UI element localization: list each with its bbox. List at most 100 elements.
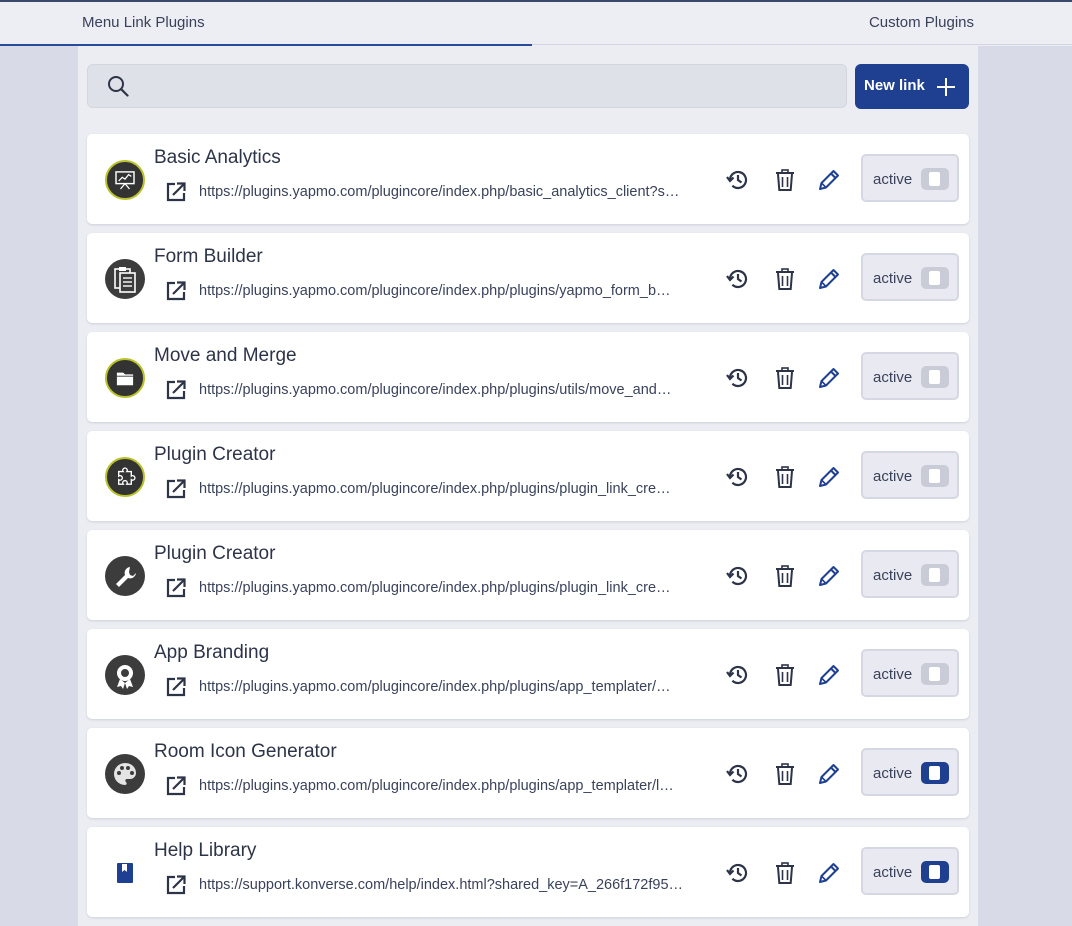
plugin-card: Basic Analytics https://plugins.yapmo.com… <box>87 134 969 224</box>
plugin-title: Plugin Creator <box>154 543 276 564</box>
active-label: active <box>873 567 913 584</box>
search-input[interactable] <box>144 71 828 103</box>
active-label: active <box>873 369 913 386</box>
edit-pencil-icon[interactable] <box>816 761 842 787</box>
external-link-icon[interactable] <box>164 378 188 402</box>
active-toggle-switch[interactable] <box>921 267 949 289</box>
search-icon[interactable] <box>106 74 130 98</box>
active-toggle-box: active <box>861 748 959 796</box>
tab-custom-plugins-label: Custom Plugins <box>868 14 974 31</box>
plugin-url: https://plugins.yapmo.com/plugincore/ind… <box>199 580 671 596</box>
active-toggle-switch[interactable] <box>921 762 949 784</box>
search-bar <box>87 64 847 108</box>
toggle-knob <box>929 469 940 483</box>
history-icon[interactable] <box>725 464 751 490</box>
active-toggle-box: active <box>861 550 959 598</box>
external-link-icon[interactable] <box>164 873 188 897</box>
toggle-knob <box>929 568 940 582</box>
plugin-url: https://plugins.yapmo.com/plugincore/ind… <box>199 679 671 695</box>
plugin-title: Plugin Creator <box>154 444 276 465</box>
trash-icon[interactable] <box>772 266 798 292</box>
trash-icon[interactable] <box>772 662 798 688</box>
active-toggle-switch[interactable] <box>921 168 949 190</box>
plugin-card: Move and Merge https://plugins.yapmo.com/… <box>87 332 969 422</box>
active-label: active <box>873 468 913 485</box>
plugin-list-panel: New link Basic Analytics https://plugins.… <box>78 46 978 926</box>
tab-menu-link-plugins-label: Menu Link Plugins <box>82 14 205 31</box>
active-toggle-box: active <box>861 847 959 895</box>
plus-icon <box>937 78 955 96</box>
folder-icon <box>105 358 145 398</box>
active-label: active <box>873 666 913 683</box>
active-toggle-box: active <box>861 451 959 499</box>
plugin-card: Form Builder https://plugins.yapmo.com/pl… <box>87 233 969 323</box>
history-icon[interactable] <box>725 563 751 589</box>
clipboard-form-icon <box>105 259 145 299</box>
plugin-card: Plugin Creator https://plugins.yapmo.com/… <box>87 530 969 620</box>
edit-pencil-icon[interactable] <box>816 563 842 589</box>
history-icon[interactable] <box>725 761 751 787</box>
active-label: active <box>873 171 913 188</box>
history-icon[interactable] <box>725 167 751 193</box>
plugin-card: App Branding https://plugins.yapmo.com/pl… <box>87 629 969 719</box>
external-link-icon[interactable] <box>164 774 188 798</box>
trash-icon[interactable] <box>772 365 798 391</box>
active-toggle-box: active <box>861 154 959 202</box>
plugin-url: https://plugins.yapmo.com/plugincore/ind… <box>199 778 674 794</box>
history-icon[interactable] <box>725 266 751 292</box>
plugin-title: App Branding <box>154 642 270 663</box>
trash-icon[interactable] <box>772 860 798 886</box>
new-link-button[interactable]: New link <box>855 64 969 109</box>
toggle-knob <box>929 766 940 780</box>
active-toggle-switch[interactable] <box>921 465 949 487</box>
plugin-url: https://plugins.yapmo.com/plugincore/ind… <box>199 481 671 497</box>
edit-pencil-icon[interactable] <box>816 365 842 391</box>
active-toggle-box: active <box>861 352 959 400</box>
external-link-icon[interactable] <box>164 477 188 501</box>
plugin-card: Room Icon Generator https://plugins.yapmo… <box>87 728 969 818</box>
active-label: active <box>873 864 913 881</box>
trash-icon[interactable] <box>772 167 798 193</box>
trash-icon[interactable] <box>772 761 798 787</box>
active-toggle-switch[interactable] <box>921 564 949 586</box>
plugin-title: Move and Merge <box>154 345 297 366</box>
trash-icon[interactable] <box>772 563 798 589</box>
tab-custom-plugins[interactable]: Custom Plugins <box>532 2 1072 46</box>
toggle-knob <box>929 667 940 681</box>
tab-divider <box>532 44 1072 45</box>
edit-pencil-icon[interactable] <box>816 860 842 886</box>
puzzle-icon <box>105 457 145 497</box>
toggle-knob <box>929 172 940 186</box>
active-label: active <box>873 270 913 287</box>
history-icon[interactable] <box>725 860 751 886</box>
history-icon[interactable] <box>725 662 751 688</box>
toggle-knob <box>929 370 940 384</box>
active-label: active <box>873 765 913 782</box>
external-link-icon[interactable] <box>164 279 188 303</box>
external-link-icon[interactable] <box>164 180 188 204</box>
palette-icon <box>105 754 145 794</box>
wrench-icon <box>105 556 145 596</box>
plugin-url: https://support.konverse.com/help/index.… <box>199 877 684 893</box>
tab-menu-link-plugins[interactable]: Menu Link Plugins <box>0 2 532 46</box>
plugin-title: Form Builder <box>154 246 263 267</box>
plugin-card: Plugin Creator https://plugins.yapmo.com/… <box>87 431 969 521</box>
external-link-icon[interactable] <box>164 675 188 699</box>
plugin-title: Basic Analytics <box>154 147 281 168</box>
active-toggle-switch[interactable] <box>921 861 949 883</box>
edit-pencil-icon[interactable] <box>816 266 842 292</box>
plugin-card: Help Library https://support.konverse.com… <box>87 827 969 917</box>
tab-bar: Menu Link Plugins Custom Plugins <box>0 2 1072 46</box>
trash-icon[interactable] <box>772 464 798 490</box>
history-icon[interactable] <box>725 365 751 391</box>
edit-pencil-icon[interactable] <box>816 464 842 490</box>
edit-pencil-icon[interactable] <box>816 167 842 193</box>
plugin-title: Room Icon Generator <box>154 741 337 762</box>
active-toggle-switch[interactable] <box>921 663 949 685</box>
plugin-url: https://plugins.yapmo.com/plugincore/ind… <box>199 283 671 299</box>
active-toggle-switch[interactable] <box>921 366 949 388</box>
edit-pencil-icon[interactable] <box>816 662 842 688</box>
plugin-title: Help Library <box>154 840 257 861</box>
active-toggle-box: active <box>861 253 959 301</box>
external-link-icon[interactable] <box>164 576 188 600</box>
